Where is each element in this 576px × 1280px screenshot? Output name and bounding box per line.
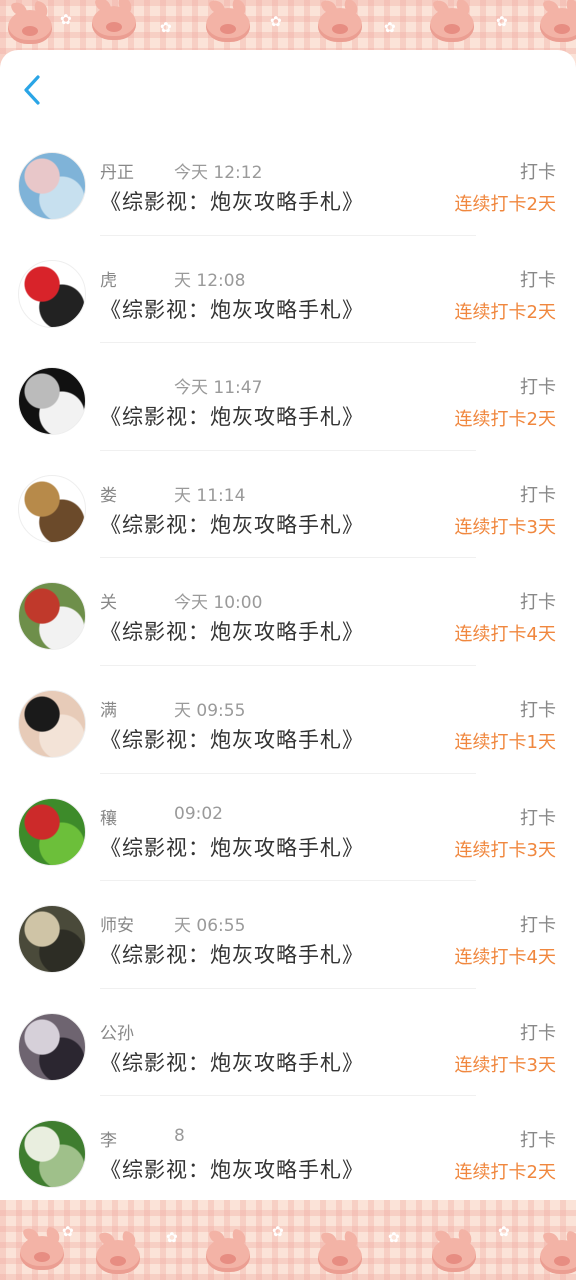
checkin-streak: 连续打卡3天 [454,839,556,861]
list-item[interactable]: 关 今天 10:00 《综影视：炮灰攻略手札》 打卡连续打卡4天 [0,558,576,666]
checkin-streak: 连续打卡2天 [454,409,556,431]
list-item[interactable]: 穰 09:02 《综影视：炮灰攻略手札》 打卡连续打卡3天 [0,774,576,882]
checkin-label: 打卡 [520,915,556,937]
checkin-streak: 连续打卡3天 [454,516,556,538]
checkin-streak: 连续打卡4天 [454,947,556,969]
avatar[interactable] [18,367,86,436]
book-title[interactable]: 《综影视：炮灰攻略手札》 [100,616,364,646]
chevron-left-icon [24,75,40,105]
pig-decoration-icon [8,10,52,44]
list-item[interactable]: 娄 天 11:14 《综影视：炮灰攻略手札》 打卡连续打卡3天 [0,451,576,559]
book-title[interactable]: 《综影视：炮灰攻略手札》 [100,724,364,754]
checkin-time: 今天 11:47 [174,378,263,399]
list-item[interactable]: 丹正 今天 12:12 《综影视：炮灰攻略手札》 打卡连续打卡2天 [0,128,576,236]
avatar[interactable] [18,259,86,328]
checkin-streak: 连续打卡1天 [454,731,556,753]
user-name: 丹正 [100,163,134,183]
user-name: 穰 [100,808,117,829]
flower-decoration-icon: ✿ [60,12,72,28]
book-title[interactable]: 《综影视：炮灰攻略手札》 [100,832,364,862]
avatar[interactable] [18,797,86,866]
book-title[interactable]: 《综影视：炮灰攻略手札》 [100,401,364,431]
flower-decoration-icon: ✿ [270,14,282,30]
user-name: 虎 [100,270,117,291]
pig-decoration-icon [540,8,576,42]
flower-decoration-icon: ✿ [160,20,172,36]
checkin-label: 打卡 [520,807,556,829]
back-button[interactable] [14,72,50,108]
book-title[interactable]: 《综影视：炮灰攻略手札》 [100,1154,364,1184]
checkin-label: 打卡 [520,1130,556,1152]
avatar[interactable] [18,905,86,974]
avatar[interactable] [18,1012,86,1081]
avatar[interactable] [18,689,86,758]
checkin-streak: 连续打卡3天 [454,1054,556,1076]
checkin-label: 打卡 [520,269,556,291]
list-item[interactable]: 今天 11:47 《综影视：炮灰攻略手札》 打卡连续打卡2天 [0,343,576,451]
avatar[interactable] [18,1120,86,1189]
user-name: 师安 [100,916,134,937]
pig-decoration-icon [96,1240,140,1274]
checkin-list: 丹正 今天 12:12 《综影视：炮灰攻略手札》 打卡 连续打卡2天虎天 12:08 《综… [0,128,576,1208]
flower-decoration-icon: ✿ [166,1230,178,1246]
pig-decoration-icon [206,8,250,42]
book-title[interactable]: 《综影视：炮灰攻略手札》 [100,186,364,216]
pig-decoration-icon [318,8,362,42]
book-title[interactable]: 《综影视：炮灰攻略手札》 [100,509,364,539]
list-item[interactable]: 师安 天 06:55 《综影视：炮灰攻略手札》 打卡连续打卡4天 [0,881,576,989]
pig-decoration-icon [432,1238,476,1272]
avatar[interactable] [18,474,86,543]
list-item[interactable]: 李 8 《综影视：炮灰攻略手札》 打卡连续打卡2天 [0,1096,576,1204]
pig-decoration-icon [206,1238,250,1272]
pig-decoration-icon [430,8,474,42]
avatar[interactable] [18,152,86,220]
checkin-streak: 连续打卡2天 [454,1162,556,1184]
checkin-label: 打卡 [520,484,556,506]
checkin-time: 天 11:14 [174,485,246,506]
book-title[interactable]: 《综影视：炮灰攻略手札》 [100,1047,364,1077]
checkin-label: 打卡 [520,699,556,721]
list-item[interactable]: 满 天 09:55 《综影视：炮灰攻略手札》 打卡连续打卡1天 [0,666,576,774]
checkin-time: 天 09:55 [174,700,246,721]
checkin-time: 今天 10:00 [174,593,263,614]
list-item[interactable]: 公孙《综影视：炮灰攻略手札》 打卡连续打卡3天 [0,989,576,1097]
checkin-streak: 连续打卡4天 [454,624,556,646]
flower-decoration-icon: ✿ [62,1224,74,1240]
checkin-label: 打卡 [520,1022,556,1044]
user-name: 李 [100,1131,117,1152]
checkin-streak: 连续打卡2天 [454,194,556,215]
decorative-bottom-banner: ✿ ✿ ✿ ✿ ✿ [0,1200,576,1280]
pig-decoration-icon [540,1240,576,1274]
flower-decoration-icon: ✿ [498,1224,510,1240]
checkin-time: 今天 12:12 [174,163,263,183]
checkin-label: 打卡 [520,377,556,399]
top-nav-bar [0,50,576,128]
checkin-label: 打卡 [520,162,556,183]
avatar[interactable] [18,582,86,651]
checkin-time: 天 06:55 [174,916,246,937]
flower-decoration-icon: ✿ [496,14,508,30]
user-name: 关 [100,593,117,614]
flower-decoration-icon: ✿ [272,1224,284,1240]
checkin-label: 打卡 [520,592,556,614]
user-name: 娄 [100,485,117,506]
pig-decoration-icon [318,1240,362,1274]
user-name: 满 [100,700,117,721]
user-name: 公孙 [100,1023,134,1044]
list-item[interactable]: 虎 天 12:08 《综影视：炮灰攻略手札》 打卡连续打卡2天 [0,236,576,344]
pig-decoration-icon [92,6,136,40]
book-title[interactable]: 《综影视：炮灰攻略手札》 [100,939,364,969]
flower-decoration-icon: ✿ [384,20,396,36]
flower-decoration-icon: ✿ [388,1230,400,1246]
book-title[interactable]: 《综影视：炮灰攻略手札》 [100,294,364,324]
checkin-time: 8 [174,1126,185,1147]
checkin-time: 天 12:08 [174,270,246,291]
pig-decoration-icon [20,1236,64,1270]
checkin-time: 09:02 [174,803,223,824]
checkin-streak: 连续打卡2天 [454,301,556,323]
